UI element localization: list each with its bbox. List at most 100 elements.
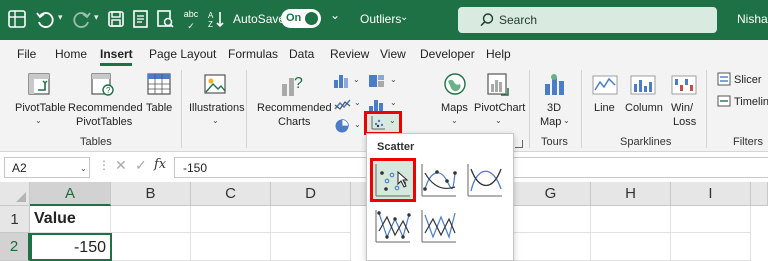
chevron-down-icon[interactable]: ⌄ (390, 98, 397, 107)
sparkline-line-icon[interactable] (592, 74, 618, 96)
line-chart-icon[interactable] (334, 97, 352, 113)
cell-h1[interactable] (591, 206, 671, 233)
maps-icon[interactable] (443, 72, 467, 98)
tab-data[interactable]: Data (289, 47, 314, 61)
column-header-g[interactable]: G (511, 182, 591, 206)
cancel-icon[interactable]: ✕ (115, 157, 127, 174)
autosave-toggle[interactable]: On (281, 9, 321, 28)
chevron-down-icon[interactable]: ⌄ (563, 116, 570, 125)
3d-map-icon[interactable] (542, 72, 568, 98)
timeline-label[interactable]: Timeline (734, 95, 768, 109)
select-all-button[interactable] (0, 182, 30, 206)
insert-function-button[interactable]: fx (154, 157, 166, 172)
illustrations-icon[interactable] (202, 72, 228, 98)
scatter-option-smooth-lines[interactable] (465, 161, 505, 199)
chevron-down-icon[interactable]: ⌄ (35, 116, 42, 125)
pivotchart-icon[interactable] (486, 72, 512, 98)
name-box[interactable]: A2 ⌄ (4, 157, 90, 178)
cell-i1[interactable] (671, 206, 751, 233)
chevron-down-icon[interactable]: ⌄ (354, 98, 361, 107)
cell-a2[interactable]: -150 (30, 233, 112, 261)
slicer-label[interactable]: Slicer (734, 73, 762, 87)
chevron-down-icon[interactable]: ⌄ (354, 120, 361, 129)
table-label[interactable]: Table (146, 101, 172, 115)
file-name[interactable]: Outliers (360, 12, 401, 26)
tab-review[interactable]: Review (330, 47, 369, 61)
column-header-c[interactable]: C (191, 182, 271, 206)
spelling-icon[interactable]: abc ✓ (180, 8, 202, 31)
enter-icon[interactable]: ✓ (135, 157, 147, 174)
column-header-next[interactable] (751, 182, 768, 206)
sparkline-winloss-icon[interactable] (671, 74, 697, 96)
formula-bar-grip-icon[interactable]: ⋮ (98, 158, 110, 172)
recommended-charts-label[interactable]: Recommended (257, 101, 332, 115)
recommended-charts-icon[interactable]: ? (280, 72, 306, 100)
illustrations-label[interactable]: Illustrations (189, 101, 245, 115)
save-icon[interactable] (105, 8, 127, 30)
recommended-charts-label-2[interactable]: Charts (278, 115, 310, 129)
maps-label[interactable]: Maps (441, 101, 468, 115)
cell-c2[interactable] (191, 233, 271, 261)
redo-dropdown-icon[interactable]: ▾ (94, 12, 99, 23)
cell-g1[interactable] (511, 206, 591, 233)
pivotchart-label[interactable]: PivotChart (474, 101, 525, 115)
pie-chart-icon[interactable] (334, 118, 352, 134)
search-box[interactable]: Search (458, 7, 717, 33)
tab-home[interactable]: Home (55, 47, 87, 61)
chevron-down-icon[interactable]: ⌄ (212, 116, 219, 125)
chevron-down-icon[interactable]: ⌄ (80, 164, 87, 173)
undo-dropdown-icon[interactable]: ▾ (58, 12, 63, 23)
table-icon[interactable] (146, 72, 172, 98)
cell-b2[interactable] (112, 233, 191, 261)
recommended-pivottables-label[interactable]: Recommended (68, 101, 143, 115)
open-file-icon[interactable] (130, 8, 152, 30)
tab-view[interactable]: View (380, 47, 406, 61)
tab-formulas[interactable]: Formulas (228, 47, 278, 61)
chevron-down-icon[interactable]: ⌄ (389, 116, 396, 125)
cell-d2[interactable] (271, 233, 351, 261)
undo-icon[interactable] (34, 8, 56, 30)
cell-i2[interactable] (671, 233, 751, 261)
column-header-i[interactable]: I (671, 182, 751, 206)
chevron-down-icon[interactable]: ⌄ (451, 116, 458, 125)
sparkline-line-label[interactable]: Line (594, 101, 615, 115)
column-header-h[interactable]: H (591, 182, 671, 206)
cell-d1[interactable] (271, 206, 351, 233)
3d-map-label-2[interactable]: Map (540, 115, 561, 129)
recommended-pivottables-label-2[interactable]: PivotTables (76, 115, 132, 129)
pivottable-label[interactable]: PivotTable (15, 101, 66, 115)
sparkline-column-icon[interactable] (630, 74, 656, 96)
recommended-pivottables-icon[interactable]: ? (90, 72, 116, 98)
3d-map-label[interactable]: 3D (547, 101, 561, 115)
user-name[interactable]: Nisha C (737, 12, 768, 26)
row-header-2[interactable]: 2 (0, 233, 30, 261)
column-header-b[interactable]: B (111, 182, 191, 206)
chevron-down-icon[interactable]: ⌄ (353, 75, 360, 84)
customize-toolbar-icon[interactable]: ⌄ (330, 8, 340, 22)
column-header-a[interactable]: A (30, 182, 111, 206)
scatter-option-straight-lines-markers[interactable] (373, 207, 413, 245)
sort-icon[interactable]: AZ (205, 8, 227, 30)
charts-dialog-launcher-icon[interactable] (515, 140, 523, 148)
cell-c1[interactable] (191, 206, 271, 233)
chevron-down-icon[interactable]: ⌄ (390, 75, 397, 84)
tab-developer[interactable]: Developer (420, 47, 475, 61)
sparkline-winloss-label[interactable]: Win/ (671, 101, 693, 115)
tab-help[interactable]: Help (486, 47, 511, 61)
scatter-option-markers[interactable] (370, 158, 416, 202)
timeline-icon[interactable] (717, 94, 731, 108)
print-preview-icon[interactable] (154, 8, 176, 30)
scatter-option-smooth-lines-markers[interactable] (419, 161, 459, 199)
scatter-chart-button[interactable]: ⌄ (364, 111, 402, 135)
sparkline-column-label[interactable]: Column (625, 101, 663, 115)
tab-file[interactable]: File (17, 47, 36, 61)
cell-g2[interactable] (511, 233, 591, 261)
tab-insert[interactable]: Insert (100, 47, 133, 61)
column-chart-icon[interactable] (333, 73, 351, 89)
sparkline-winloss-label-2[interactable]: Loss (673, 115, 696, 129)
cell-a1[interactable]: Value (30, 206, 111, 233)
row-header-1[interactable]: 1 (0, 206, 30, 233)
slicer-icon[interactable] (717, 72, 731, 86)
hierarchy-chart-icon[interactable] (368, 73, 386, 89)
chevron-down-icon[interactable]: ⌄ (400, 12, 408, 23)
